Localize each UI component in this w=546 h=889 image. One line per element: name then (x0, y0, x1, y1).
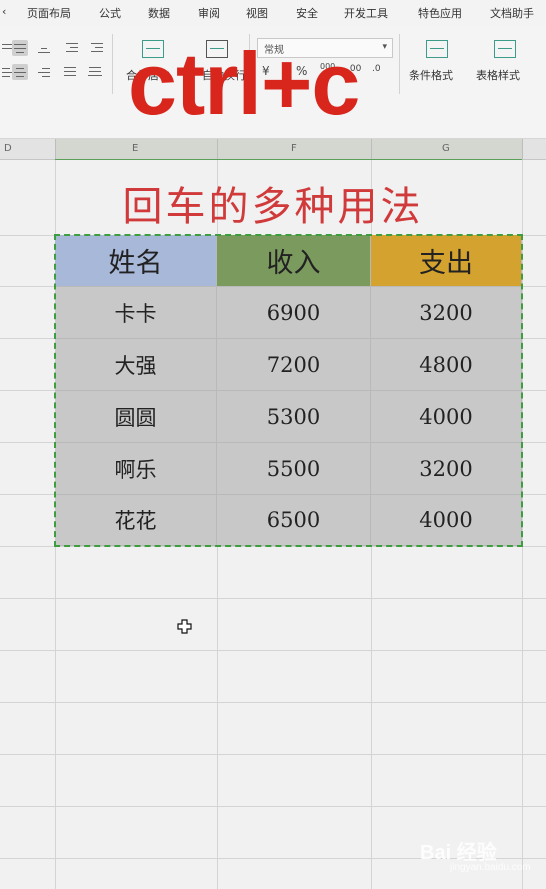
chevron-down-icon: ▾ (382, 42, 387, 52)
align-bottom-icon[interactable] (36, 40, 52, 56)
sheet-subtitle: 回车的多种用法 (122, 184, 424, 230)
watermark-brand: Bai 经验 (420, 842, 497, 864)
table-cell[interactable]: 大强 (55, 339, 217, 391)
table-cell[interactable]: 4800 (371, 339, 522, 391)
menu-bar: ‹ 页面布局 公式 数据 审阅 视图 安全 开发工具 特色应用 文档助手 (0, 0, 546, 26)
table-cell[interactable]: 花花 (55, 495, 217, 546)
table-cell[interactable]: 5500 (217, 443, 371, 495)
column-divider (522, 139, 523, 159)
column-header-d[interactable]: D (4, 143, 12, 154)
table-header-income[interactable]: 收入 (217, 235, 371, 287)
menu-page-layout[interactable]: 页面布局 (27, 5, 71, 21)
table-style-icon[interactable] (494, 40, 516, 58)
menu-review[interactable]: 审阅 (198, 5, 220, 21)
table-cell[interactable]: 卡卡 (55, 287, 217, 339)
grid-line (0, 702, 546, 703)
toolbar-separator (112, 34, 113, 94)
decrease-decimal-button[interactable]: .0 (372, 64, 381, 74)
grid-line (0, 754, 546, 755)
menu-view[interactable]: 视图 (246, 5, 268, 21)
table-cell[interactable]: 3200 (371, 287, 522, 339)
column-header-g[interactable]: G (442, 143, 450, 154)
table-style-button[interactable]: 表格样式 (476, 67, 520, 83)
increase-indent-icon[interactable] (89, 40, 105, 56)
menu-doc-assistant[interactable]: 文档助手 (490, 5, 534, 21)
baidu-jingyan-watermark: Bai 经验 jingyan.baidu.com (420, 830, 538, 880)
menu-featured-apps[interactable]: 特色应用 (418, 5, 462, 21)
table-cell[interactable]: 6500 (217, 495, 371, 546)
menu-data[interactable]: 数据 (148, 5, 170, 21)
conditional-format-button[interactable]: 条件格式 (409, 67, 453, 83)
menu-developer-tools[interactable]: 开发工具 (344, 5, 388, 21)
grid-line (0, 546, 546, 547)
column-header-f[interactable]: F (291, 143, 297, 154)
cell-cross-cursor-icon (177, 619, 192, 634)
align-center-icon[interactable] (12, 64, 28, 80)
grid-line (522, 160, 523, 889)
menu-overflow-icon[interactable]: ‹ (2, 5, 6, 18)
table-header-expense[interactable]: 支出 (371, 235, 522, 287)
selected-columns-highlight (55, 139, 522, 161)
decrease-indent-icon[interactable] (64, 40, 80, 56)
justify-icon[interactable] (62, 64, 78, 80)
menu-security[interactable]: 安全 (296, 5, 318, 21)
column-divider (55, 139, 56, 159)
table-cell[interactable]: 3200 (371, 443, 522, 495)
data-table: 姓名 收入 支出 卡卡 6900 3200 大强 7200 4800 圆圆 53… (55, 235, 522, 546)
table-cell[interactable]: 4000 (371, 391, 522, 443)
distributed-align-icon[interactable] (87, 64, 103, 80)
grid-line (0, 806, 546, 807)
table-cell[interactable]: 啊乐 (55, 443, 217, 495)
table-cell[interactable]: 5300 (217, 391, 371, 443)
column-divider (217, 139, 218, 159)
column-header-e[interactable]: E (132, 143, 138, 154)
toolbar-separator (399, 34, 400, 94)
table-header-name[interactable]: 姓名 (55, 235, 217, 287)
overlay-shortcut-title: ctrl+c (128, 34, 360, 133)
table-cell[interactable]: 6900 (217, 287, 371, 339)
menu-formulas[interactable]: 公式 (99, 5, 121, 21)
grid-line (0, 650, 546, 651)
table-cell[interactable]: 圆圆 (55, 391, 217, 443)
column-header-bar: D E F G (0, 139, 546, 161)
table-cell[interactable]: 7200 (217, 339, 371, 391)
align-middle-icon[interactable] (12, 40, 28, 56)
conditional-format-icon[interactable] (426, 40, 448, 58)
column-divider (371, 139, 372, 159)
watermark-url: jingyan.baidu.com (450, 862, 531, 873)
align-right-icon[interactable] (36, 64, 52, 80)
table-cell[interactable]: 4000 (371, 495, 522, 546)
grid-line (0, 598, 546, 599)
